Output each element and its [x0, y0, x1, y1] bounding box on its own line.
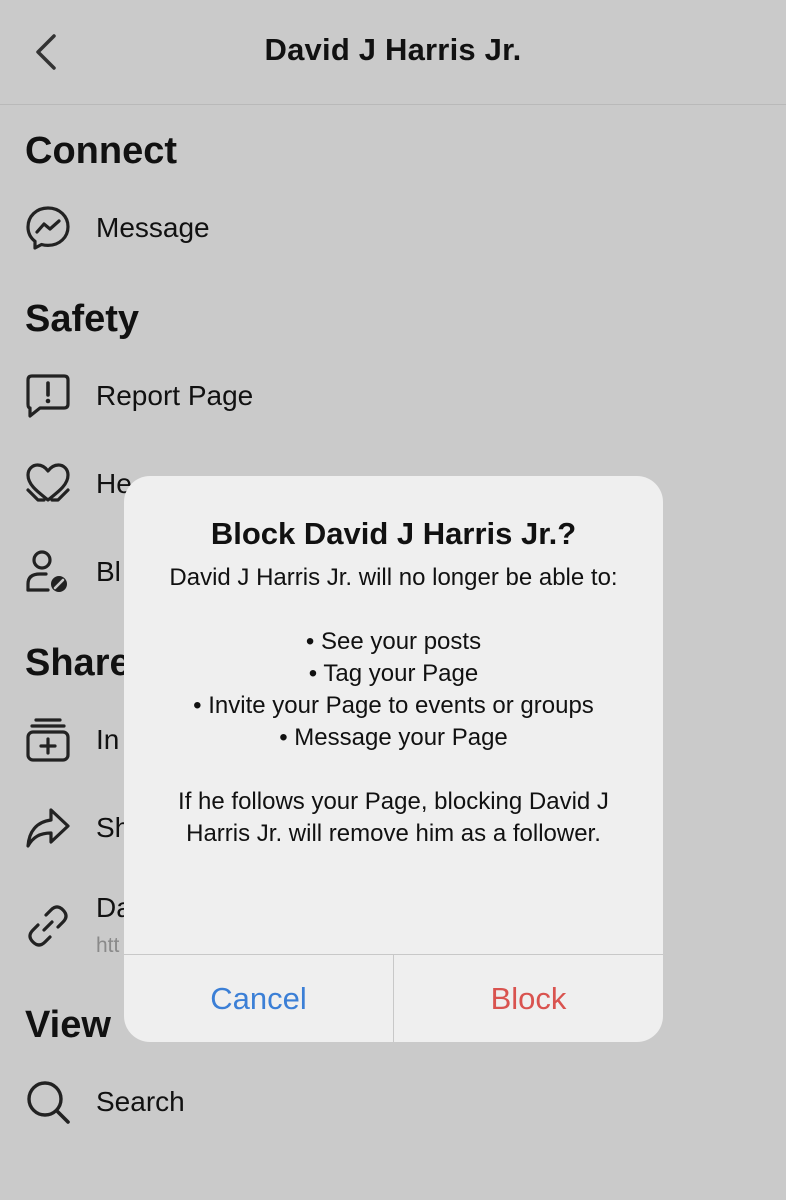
dialog-intro: David J Harris Jr. will no longer be abl… — [169, 564, 618, 591]
dialog-bullet: • Tag your Page — [308, 660, 479, 687]
page-title: David J Harris Jr. — [264, 32, 522, 67]
menu-item-label: Bl — [96, 556, 121, 587]
menu-item-label: Report Page — [96, 380, 254, 411]
dialog-bullet: • Invite your Page to events or groups — [193, 692, 594, 719]
menu-item-message[interactable]: Message — [0, 196, 786, 260]
dialog-bullet: • See your posts — [305, 628, 482, 655]
block-button[interactable]: Block — [393, 955, 663, 1042]
link-icon — [24, 902, 72, 950]
menu-item-label: Message — [96, 212, 210, 243]
search-icon — [24, 1078, 72, 1126]
invite-stack-icon — [24, 716, 72, 764]
link-url-text: htt — [96, 934, 120, 957]
section-heading-share: Share — [25, 642, 131, 684]
menu-item-label: In — [96, 724, 120, 755]
top-bar: David J Harris Jr. — [0, 0, 786, 105]
dialog-title: Block David J Harris Jr.? — [210, 516, 577, 551]
heart-hands-icon — [24, 460, 72, 508]
menu-item-label: Search — [96, 1086, 185, 1117]
share-arrow-icon — [24, 804, 72, 852]
block-confirm-dialog: Block David J Harris Jr.? David J Harris… — [124, 476, 663, 1042]
messenger-icon — [24, 204, 72, 252]
user-block-icon — [24, 548, 72, 596]
dialog-bullet: • Message your Page — [279, 724, 508, 751]
dialog-footer: If he follows your Page, blocking David … — [178, 788, 609, 847]
menu-item-report-page[interactable]: Report Page — [0, 364, 786, 428]
dialog-message: David J Harris Jr. will no longer be abl… — [144, 562, 643, 850]
cancel-button[interactable]: Cancel — [124, 955, 393, 1042]
section-heading-connect: Connect — [25, 130, 177, 172]
menu-item-search[interactable]: Search — [0, 1070, 786, 1134]
section-heading-safety: Safety — [25, 298, 140, 340]
dialog-actions: Cancel Block — [124, 954, 663, 1042]
section-heading-view: View — [25, 1004, 111, 1046]
report-bubble-icon — [24, 372, 72, 420]
